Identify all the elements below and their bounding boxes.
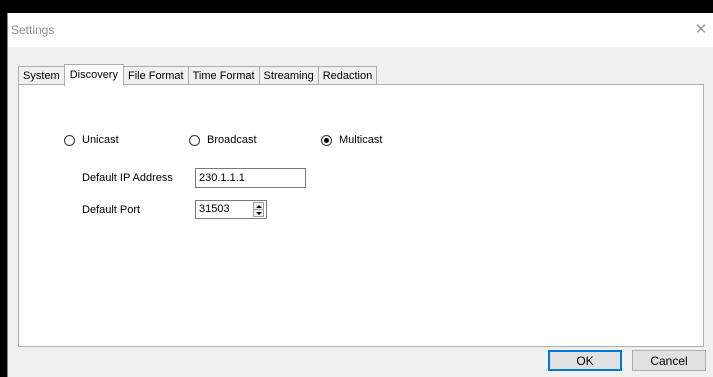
- ok-button[interactable]: OK: [548, 350, 622, 371]
- settings-dialog: Settings ✕ System Discovery File Format …: [7, 13, 713, 377]
- radio-unicast[interactable]: Unicast: [64, 134, 119, 146]
- radio-broadcast[interactable]: Broadcast: [189, 134, 257, 146]
- title-bar: Settings ✕: [8, 13, 713, 47]
- spin-up-button[interactable]: [254, 203, 263, 210]
- port-stepper[interactable]: 31503: [195, 200, 267, 219]
- radio-broadcast-label: Broadcast: [207, 134, 257, 146]
- port-label: Default Port: [82, 204, 141, 216]
- spin-down-button[interactable]: [254, 210, 263, 216]
- tab-discovery[interactable]: Discovery: [63, 64, 124, 86]
- radio-multicast-label: Multicast: [339, 134, 383, 146]
- close-icon[interactable]: ✕: [691, 17, 711, 41]
- radio-broadcast-circle[interactable]: [189, 134, 200, 146]
- tab-strip: System Discovery File Format Time Format…: [18, 62, 378, 86]
- radio-unicast-circle[interactable]: [64, 134, 75, 146]
- arrow-down-icon: [255, 211, 262, 215]
- window-title: Settings: [11, 23, 55, 37]
- tab-time-format[interactable]: Time Format: [187, 66, 259, 85]
- tab-streaming[interactable]: Streaming: [258, 66, 318, 85]
- ip-address-input[interactable]: 230.1.1.1: [195, 168, 306, 188]
- tab-system[interactable]: System: [18, 66, 64, 85]
- tab-file-format[interactable]: File Format: [123, 66, 188, 85]
- discovery-panel: Unicast Broadcast Multicast Default IP A…: [18, 84, 704, 347]
- ip-address-label: Default IP Address: [82, 172, 173, 184]
- arrow-up-icon: [255, 204, 262, 208]
- port-value: 31503: [199, 203, 230, 215]
- radio-multicast[interactable]: Multicast: [321, 134, 382, 146]
- radio-selected-dot: [324, 137, 329, 143]
- radio-multicast-circle[interactable]: [321, 134, 332, 146]
- port-spin-buttons: [253, 202, 264, 217]
- tab-redaction[interactable]: Redaction: [317, 66, 378, 85]
- radio-unicast-label: Unicast: [82, 134, 119, 146]
- cancel-button[interactable]: Cancel: [632, 350, 706, 371]
